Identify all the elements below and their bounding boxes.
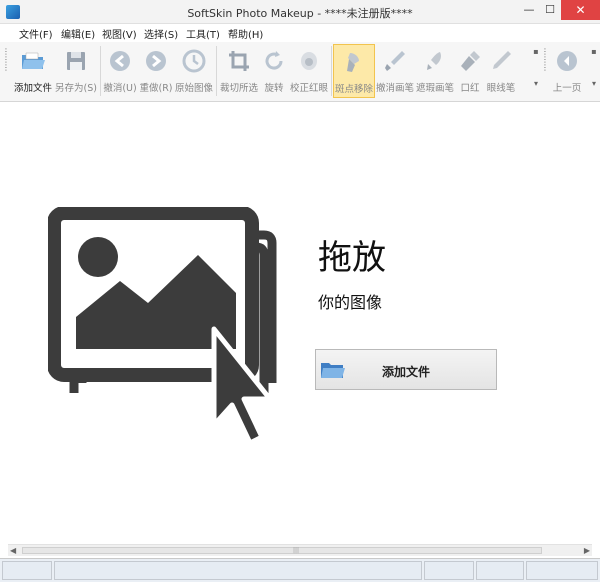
spot-brush-icon (347, 53, 359, 72)
eyeliner-button[interactable]: 眼线笔 (485, 44, 517, 98)
toolbar-overflow-grip[interactable]: ▪ ▾ (590, 48, 598, 94)
drop-title: 拖放 (318, 238, 386, 278)
lipstick-button[interactable]: 口红 (455, 44, 485, 98)
scrollbar-thumb[interactable]: ||| (22, 547, 542, 554)
toolbar-separator (331, 46, 332, 96)
drag-drop-image-icon (48, 207, 277, 446)
menu-select[interactable]: 选择(S) (144, 26, 178, 41)
menu-edit[interactable]: 编辑(E) (61, 26, 95, 41)
previous-page-icon (557, 51, 577, 71)
eye-icon (301, 52, 317, 70)
status-cell (2, 561, 52, 580)
red-eye-button[interactable]: 校正红眼 (288, 44, 330, 98)
undo-brush-label: 撤消画笔 (375, 83, 414, 94)
toolbar-grip[interactable]: ⋮ ⋮ ⋮ (2, 48, 10, 94)
undo-brush-icon (385, 51, 405, 71)
add-file-label: 添加文件 (13, 83, 52, 94)
red-eye-label: 校正红眼 (289, 83, 328, 94)
close-button[interactable]: ✕ (561, 0, 600, 20)
toolbar-overflow-grip[interactable]: ▪ ▾ (532, 48, 540, 94)
add-file-large-button[interactable]: 添加文件 (315, 349, 497, 390)
maximize-button[interactable]: ☐ (539, 0, 561, 20)
previous-page-button[interactable]: 上一页 (550, 44, 584, 98)
spot-removal-label: 斑点移除 (334, 84, 373, 95)
rotate-label: 旋转 (264, 83, 284, 94)
menu-file[interactable]: 文件(F) (19, 26, 53, 41)
window-title: SoftSkin Photo Makeup - ****未注册版**** (187, 7, 413, 20)
menu-view[interactable]: 视图(V) (102, 26, 137, 41)
menu-bar: 文件(F) 编辑(E) 视图(V) 选择(S) 工具(T) 帮助(H) (0, 24, 600, 42)
scroll-right-arrow[interactable]: ▶ (584, 546, 590, 555)
status-cell (54, 561, 422, 580)
lipstick-icon (461, 51, 480, 71)
eyeliner-icon (493, 51, 511, 69)
toolbar-separator (100, 46, 101, 96)
original-image-label: 原始图像 (174, 83, 213, 94)
open-folder-icon (22, 52, 45, 69)
concealer-brush-button[interactable]: 遮瑕画笔 (415, 44, 455, 98)
redo-icon (146, 51, 166, 71)
scrollbar-grip: ||| (293, 547, 300, 554)
horizontal-scrollbar[interactable]: ◀ ||| ▶ (8, 544, 592, 556)
drop-zone[interactable]: 拖放 你的图像 添加文件 (8, 103, 592, 541)
previous-page-label: 上一页 (552, 83, 582, 94)
menu-help[interactable]: 帮助(H) (228, 26, 263, 41)
undo-icon (110, 51, 130, 71)
drop-subtitle: 你的图像 (318, 293, 383, 312)
menu-tools[interactable]: 工具(T) (186, 26, 220, 41)
original-image-button[interactable]: 原始图像 (174, 44, 214, 98)
add-file-large-label: 添加文件 (381, 365, 430, 379)
spot-removal-button[interactable]: 斑点移除 (333, 44, 375, 98)
status-cell (526, 561, 598, 580)
rotate-button[interactable]: 旋转 (260, 44, 288, 98)
save-as-label: 另存为(S) (55, 83, 97, 94)
status-cell (424, 561, 474, 580)
scroll-left-arrow[interactable]: ◀ (10, 546, 16, 555)
undo-label: 撤消(U) (103, 83, 137, 94)
crop-selection-button[interactable]: 裁切所选 (218, 44, 260, 98)
add-file-button[interactable]: 添加文件 (12, 44, 54, 98)
lipstick-label: 口红 (460, 83, 480, 94)
concealer-brush-label: 遮瑕画笔 (415, 83, 454, 94)
minimize-button[interactable]: — (519, 0, 539, 20)
concealer-brush-icon (427, 52, 441, 70)
toolbar-grip[interactable]: ⋮ ⋮ ⋮ (541, 48, 549, 94)
undo-button[interactable]: 撤消(U) (102, 44, 138, 98)
redo-button[interactable]: 重做(R) (138, 44, 174, 98)
rotate-icon (265, 51, 283, 70)
redo-label: 重做(R) (139, 83, 173, 94)
crop-selection-label: 裁切所选 (219, 83, 258, 94)
save-icon (67, 52, 85, 70)
title-bar: SoftSkin Photo Makeup - ****未注册版**** — ☐… (0, 0, 600, 24)
eyeliner-label: 眼线笔 (486, 83, 516, 94)
status-bar (0, 558, 600, 582)
toolbar: ⋮ ⋮ ⋮ 添加文件 另存为(S) 撤消(U) 重做(R) 原始图像 裁切所选 … (0, 42, 600, 102)
toolbar-separator (216, 46, 217, 96)
status-cell (476, 561, 524, 580)
clock-icon (182, 49, 206, 73)
crop-icon (229, 51, 249, 71)
undo-brush-button[interactable]: 撤消画笔 (375, 44, 415, 98)
save-as-button[interactable]: 另存为(S) (54, 44, 98, 98)
